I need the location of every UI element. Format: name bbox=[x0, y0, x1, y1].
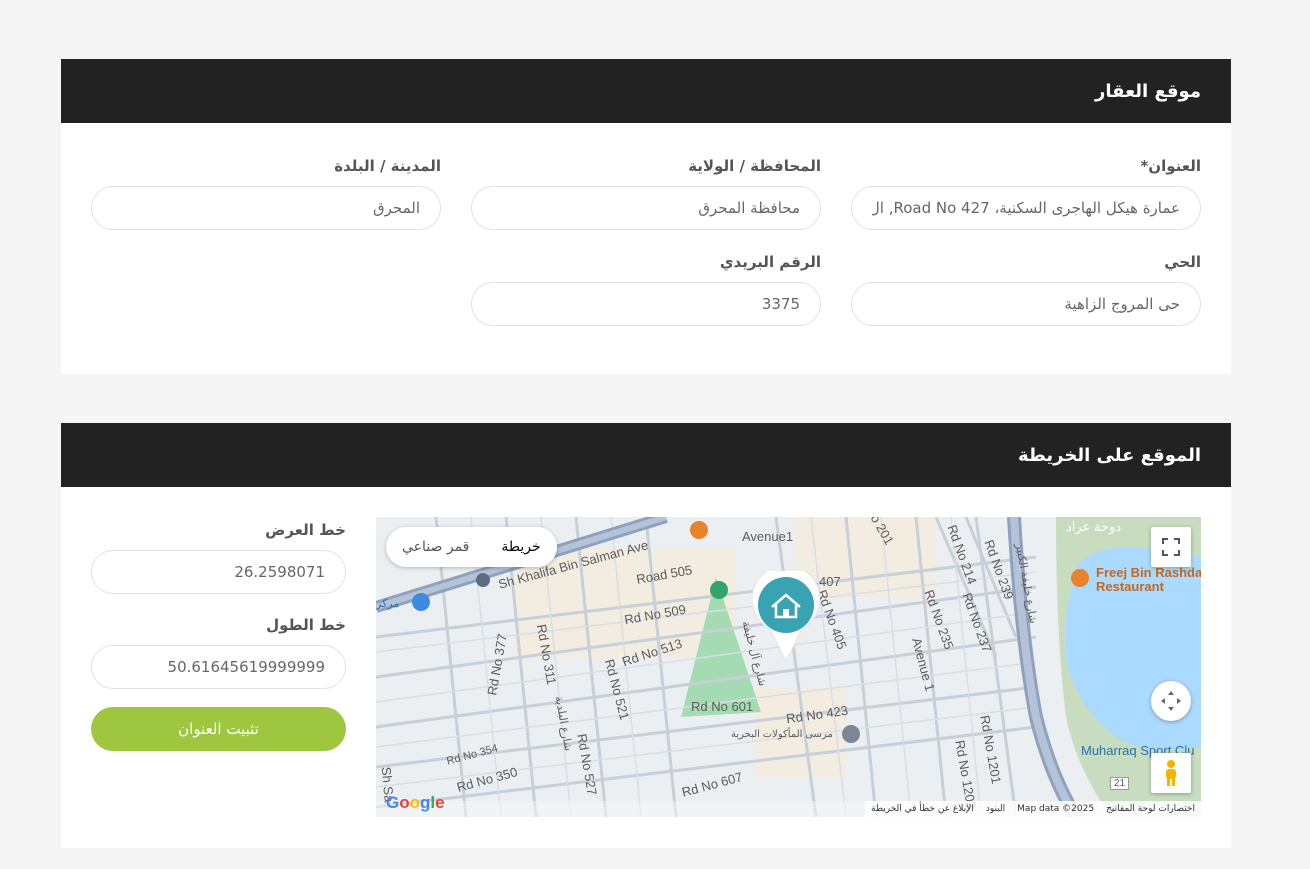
map-type-satellite[interactable]: قمر صناعي bbox=[386, 527, 485, 567]
keyboard-shortcuts-link[interactable]: اختصارات لوحة المفاتيح bbox=[1106, 804, 1195, 814]
map-label-avenue1-top: Avenue1 bbox=[742, 529, 794, 544]
district-input[interactable] bbox=[851, 282, 1201, 326]
shopping-poi-icon[interactable] bbox=[412, 593, 430, 611]
property-marker-icon[interactable] bbox=[752, 571, 820, 663]
map-type-map[interactable]: خريطة bbox=[485, 527, 557, 567]
map-view[interactable]: Sh Khalifa Bin Salman Ave Avenue1 Road 5… bbox=[376, 517, 1201, 817]
map-location-title: الموقع على الخريطة bbox=[61, 423, 1231, 487]
fullscreen-icon bbox=[1162, 538, 1180, 556]
postal-code-input[interactable] bbox=[471, 282, 821, 326]
transit-poi-icon[interactable] bbox=[476, 573, 490, 587]
move-arrows-icon bbox=[1161, 691, 1181, 711]
map-label-markz: مركز bbox=[376, 598, 400, 610]
map-data-text: Map data ©2025 bbox=[1017, 804, 1095, 814]
google-logo: Google bbox=[386, 793, 445, 812]
city-input[interactable] bbox=[91, 186, 441, 230]
camera-control-button[interactable] bbox=[1151, 681, 1191, 721]
map-label-restaurant: Restaurant bbox=[1096, 579, 1164, 594]
map-label-rd601: Rd No 601 bbox=[691, 699, 754, 714]
pin-address-button[interactable]: تثبيت العنوان bbox=[91, 707, 346, 751]
city-label: المدينة / البلدة bbox=[334, 157, 441, 175]
map-label-doha: دوحة عراد bbox=[1066, 519, 1122, 534]
latitude-label: خط العرض bbox=[265, 521, 346, 539]
latitude-field: خط العرض bbox=[91, 521, 346, 594]
district-field: الحي bbox=[851, 253, 1201, 326]
street-view-button[interactable] bbox=[1151, 753, 1191, 793]
map-label-rd407: 407 bbox=[819, 574, 841, 589]
map-label-route21: 21 bbox=[1110, 777, 1130, 790]
fullscreen-button[interactable] bbox=[1151, 527, 1191, 567]
map-footer: اختصارات لوحة المفاتيح Map data ©2025 ال… bbox=[865, 801, 1201, 817]
postal-code-label: الرقم البريدي bbox=[719, 253, 821, 271]
pegman-icon bbox=[1166, 760, 1176, 786]
longitude-label: خط الطول bbox=[266, 616, 346, 634]
map-label-freej: Freej Bin Rashda bbox=[1096, 565, 1201, 580]
restaurant-poi-icon[interactable] bbox=[690, 521, 708, 539]
property-location-card: موقع العقار العنوان* المحافظة / الولاية … bbox=[61, 59, 1231, 374]
map-label-marsa: مرسى المأكولات البحرية bbox=[731, 729, 833, 740]
map-location-card: الموقع على الخريطة خط العرض خط الطول تثب… bbox=[61, 423, 1231, 848]
address-input[interactable] bbox=[851, 186, 1201, 230]
report-error-link[interactable]: الإبلاغ عن خطأ في الخريطة bbox=[871, 804, 974, 814]
place-poi-icon[interactable] bbox=[842, 725, 860, 743]
postal-code-field: الرقم البريدي bbox=[471, 253, 821, 326]
province-input[interactable] bbox=[471, 186, 821, 230]
province-label: المحافظة / الولاية bbox=[688, 157, 821, 175]
property-location-title: موقع العقار bbox=[61, 59, 1231, 123]
province-field: المحافظة / الولاية bbox=[471, 157, 821, 230]
restaurant-poi-icon-2[interactable] bbox=[1071, 569, 1089, 587]
city-field: المدينة / البلدة bbox=[91, 157, 441, 230]
latitude-input[interactable] bbox=[91, 550, 346, 594]
district-label: الحي bbox=[1164, 253, 1201, 271]
longitude-input[interactable] bbox=[91, 645, 346, 689]
address-label: العنوان* bbox=[1140, 157, 1201, 175]
map-type-toggle: خريطة قمر صناعي bbox=[386, 527, 557, 567]
longitude-field: خط الطول bbox=[91, 616, 346, 689]
terms-link[interactable]: البنود bbox=[986, 804, 1005, 814]
park-poi-icon[interactable] bbox=[710, 581, 728, 599]
address-field: العنوان* bbox=[851, 157, 1201, 230]
